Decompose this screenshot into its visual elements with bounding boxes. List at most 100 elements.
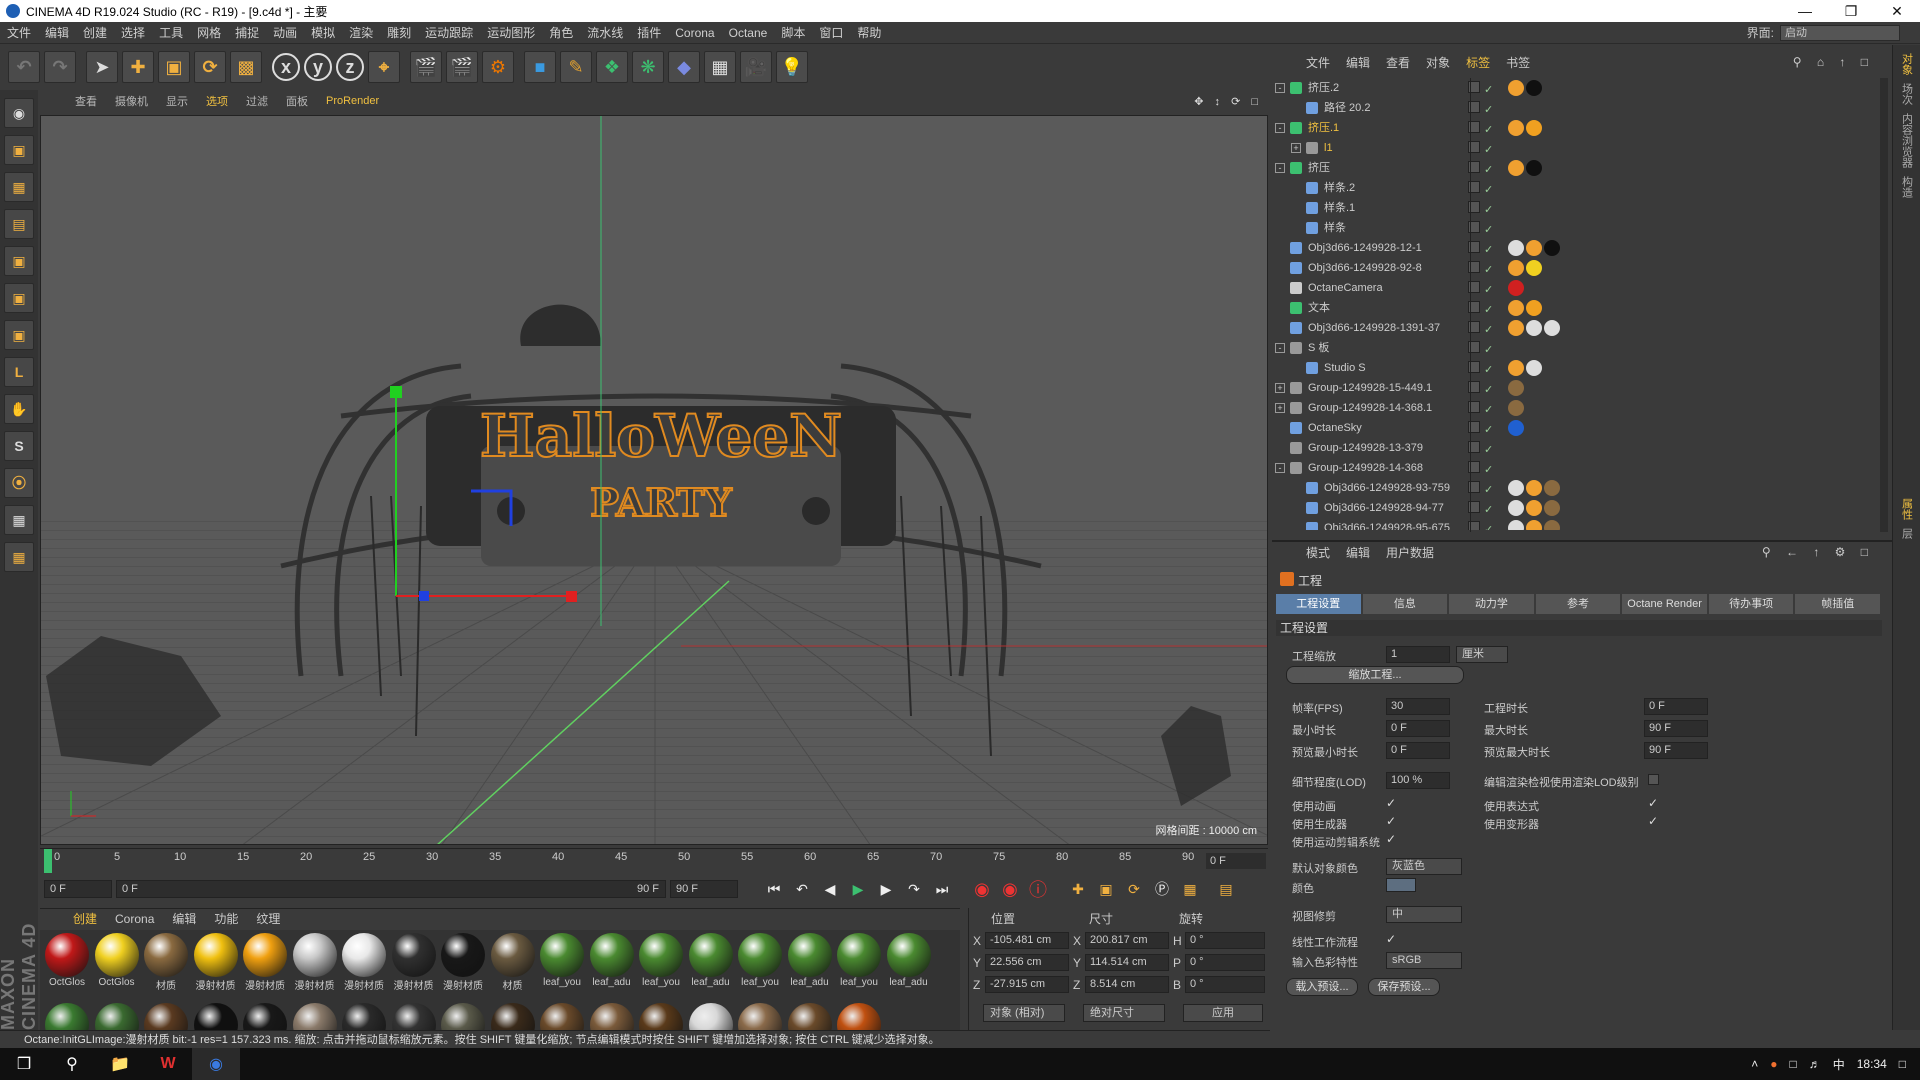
- points-mode-icon[interactable]: ▣: [4, 246, 34, 276]
- viewport-menu-panel[interactable]: 面板: [277, 93, 317, 109]
- object-name[interactable]: 文本: [1308, 298, 1330, 318]
- playhead-marker[interactable]: [44, 849, 52, 873]
- object-name[interactable]: S 板: [1308, 338, 1329, 358]
- om-menu-bookmarks[interactable]: 书签: [1498, 54, 1538, 71]
- tab-project-settings[interactable]: 工程设置: [1276, 594, 1361, 614]
- z-axis-lock-icon[interactable]: z: [336, 53, 364, 81]
- material-tag-icon[interactable]: [1508, 420, 1524, 436]
- object-row[interactable]: Studio S ✓: [1272, 358, 1882, 378]
- object-manager-column-divider[interactable]: [1470, 78, 1471, 532]
- tweak-mode-icon[interactable]: ✋: [4, 394, 34, 424]
- timeline-window-icon[interactable]: ▤: [1214, 878, 1238, 900]
- viewport-menu-display[interactable]: 显示: [157, 93, 197, 109]
- menu-create[interactable]: 创建: [76, 24, 114, 41]
- om-menu-view[interactable]: 查看: [1378, 54, 1418, 71]
- frame-range-slider[interactable]: 0 F 90 F: [116, 880, 666, 898]
- material-swatch[interactable]: [688, 1002, 734, 1030]
- visibility-check-icon[interactable]: ✓: [1484, 360, 1493, 380]
- edges-mode-icon[interactable]: ▣: [4, 283, 34, 313]
- viewport-menu-view[interactable]: 查看: [66, 93, 106, 109]
- maximize-button[interactable]: ❐: [1828, 3, 1874, 20]
- step-back-icon[interactable]: ◀: [818, 878, 842, 900]
- material-tag-icon[interactable]: [1508, 400, 1524, 416]
- menu-tools[interactable]: 工具: [152, 24, 190, 41]
- material-tag-icon[interactable]: [1544, 320, 1560, 336]
- material-swatch[interactable]: [242, 1002, 288, 1030]
- visibility-check-icon[interactable]: ✓: [1484, 520, 1493, 530]
- tab-info[interactable]: 信息: [1362, 594, 1448, 614]
- gizmo-z-handle[interactable]: [419, 591, 429, 601]
- tab-reference[interactable]: 参考: [1535, 594, 1621, 614]
- material-swatch[interactable]: leaf_you: [638, 932, 684, 991]
- model-mode-icon[interactable]: ▣: [4, 135, 34, 165]
- project-scale-field[interactable]: 1: [1386, 646, 1450, 663]
- material-menu-corona[interactable]: Corona: [106, 912, 163, 926]
- material-swatch[interactable]: 漫射材质: [193, 932, 239, 991]
- tab-octane-render[interactable]: Octane Render: [1622, 594, 1707, 614]
- viewport-menu-filter[interactable]: 过滤: [237, 93, 277, 109]
- render-settings-icon[interactable]: ⚙: [482, 51, 514, 83]
- polygons-mode-icon[interactable]: ▣: [4, 320, 34, 350]
- expand-toggle-icon[interactable]: -: [1275, 463, 1285, 473]
- render-lod-checkbox[interactable]: [1648, 774, 1659, 785]
- object-name[interactable]: OctaneCamera: [1308, 278, 1383, 298]
- object-name[interactable]: 挤压.1: [1308, 118, 1339, 138]
- material-swatch[interactable]: [94, 1002, 140, 1030]
- object-row[interactable]: 样条.1 ✓: [1272, 198, 1882, 218]
- material-swatch[interactable]: 材质: [490, 932, 536, 991]
- material-swatch[interactable]: 漫射材质: [292, 932, 338, 991]
- material-tag-icon[interactable]: [1526, 320, 1542, 336]
- menu-simulate[interactable]: 模拟: [304, 24, 342, 41]
- apply-button[interactable]: 应用: [1183, 1004, 1263, 1022]
- pos-x-field[interactable]: -105.481 cm: [985, 932, 1069, 949]
- gizmo-y-handle[interactable]: [390, 386, 402, 398]
- gizmo-x-handle[interactable]: [566, 591, 577, 602]
- preview-max-field[interactable]: 90 F: [1644, 742, 1708, 759]
- material-tag-icon[interactable]: [1508, 380, 1524, 396]
- x-axis-lock-icon[interactable]: x: [272, 53, 300, 81]
- material-menu-edit[interactable]: 编辑: [163, 910, 205, 927]
- material-tag-icon[interactable]: [1526, 360, 1542, 376]
- visibility-check-icon[interactable]: ✓: [1484, 100, 1493, 120]
- magnet-icon[interactable]: ⦿: [4, 468, 34, 498]
- object-row[interactable]: - 挤压.1 ✓: [1272, 118, 1882, 138]
- menu-character[interactable]: 角色: [542, 24, 580, 41]
- make-editable-icon[interactable]: ◉: [4, 98, 34, 128]
- menu-window[interactable]: 窗口: [812, 24, 850, 41]
- windows-start-icon[interactable]: ❒: [0, 1048, 48, 1080]
- expand-toggle-icon[interactable]: -: [1275, 123, 1285, 133]
- menu-animate[interactable]: 动画: [266, 24, 304, 41]
- object-name[interactable]: 路径 20.2: [1324, 98, 1370, 118]
- object-row[interactable]: Obj3d66-1249928-94-77 ✓: [1272, 498, 1882, 518]
- object-row[interactable]: Obj3d66-1249928-1391-37 ✓: [1272, 318, 1882, 338]
- object-row[interactable]: + Group-1249928-14-368.1 ✓: [1272, 398, 1882, 418]
- visibility-check-icon[interactable]: ✓: [1484, 220, 1493, 240]
- side-tab-structure[interactable]: 构造: [1899, 176, 1915, 198]
- snap-icon[interactable]: S: [4, 431, 34, 461]
- network-icon[interactable]: □: [1789, 1057, 1796, 1071]
- object-row[interactable]: Obj3d66-1249928-95-675 ✓: [1272, 518, 1882, 530]
- light-icon[interactable]: 💡: [776, 51, 808, 83]
- am-menu-edit[interactable]: 编辑: [1338, 544, 1378, 561]
- visibility-check-icon[interactable]: ✓: [1484, 300, 1493, 320]
- am-menu-user-data[interactable]: 用户数据: [1378, 544, 1442, 561]
- size-z-field[interactable]: 8.514 cm: [1085, 976, 1169, 993]
- material-swatch[interactable]: leaf_adu: [787, 932, 833, 991]
- use-generators-checkbox[interactable]: ✓: [1386, 814, 1396, 828]
- side-tab-layers[interactable]: 层: [1899, 528, 1915, 539]
- side-tab-content-browser[interactable]: 内容浏览器: [1899, 113, 1915, 168]
- viewport-menu-cameras[interactable]: 摄像机: [106, 93, 157, 109]
- rot-b-field[interactable]: 0 °: [1185, 976, 1265, 993]
- material-tag-icon[interactable]: [1508, 500, 1524, 516]
- search-icon[interactable]: ⚲: [48, 1048, 96, 1080]
- pos-y-field[interactable]: 22.556 cm: [985, 954, 1069, 971]
- keyframe-selection-icon[interactable]: ⓘ: [1026, 878, 1050, 900]
- material-swatch[interactable]: [490, 1002, 536, 1030]
- material-swatch[interactable]: leaf_adu: [688, 932, 734, 991]
- scale-project-button[interactable]: 缩放工程...: [1286, 666, 1464, 684]
- material-tag-icon[interactable]: [1508, 260, 1524, 276]
- object-row[interactable]: - S 板 ✓: [1272, 338, 1882, 358]
- rot-h-field[interactable]: 0 °: [1185, 932, 1265, 949]
- menu-select[interactable]: 选择: [114, 24, 152, 41]
- material-swatch[interactable]: leaf_you: [539, 932, 585, 991]
